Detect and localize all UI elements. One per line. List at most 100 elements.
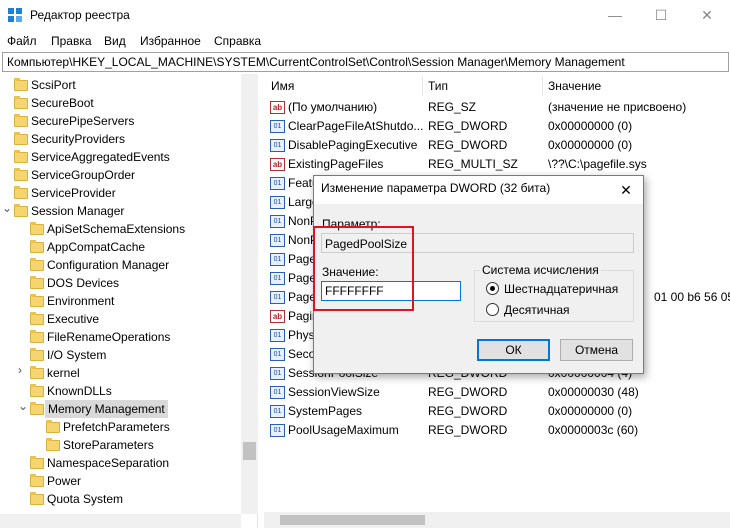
tree-item-label: SecureBoot <box>31 96 94 110</box>
ok-button[interactable]: ОК <box>477 339 550 361</box>
value-data: \??\C:\pagefile.sys <box>548 157 647 171</box>
folder-icon <box>14 114 28 127</box>
tree-item[interactable]: ServiceGroupOrder <box>0 166 241 184</box>
tree-item[interactable]: SecureBoot <box>0 94 241 112</box>
value-name[interactable]: Page <box>288 250 316 269</box>
value-name[interactable]: Seco <box>288 345 315 364</box>
binary-value-icon: 01 <box>270 386 285 399</box>
menu-view[interactable]: Вид <box>104 34 126 48</box>
tree-item[interactable]: ApiSetSchemaExtensions <box>0 220 241 238</box>
tree-item-label: Executive <box>47 312 100 326</box>
value-name[interactable]: Page <box>288 269 316 288</box>
tree-item[interactable]: › kernel <box>0 361 241 382</box>
tree-item[interactable]: Configuration Manager <box>0 256 241 274</box>
list-scroll-thumb[interactable] <box>280 515 425 525</box>
tree-item[interactable]: PrefetchParameters <box>0 418 241 436</box>
tree-expander-icon[interactable]: ⌄ <box>2 199 12 217</box>
value-type: REG_DWORD <box>428 385 508 399</box>
folder-icon <box>14 204 28 217</box>
folder-icon <box>30 384 44 397</box>
tree-expander-icon[interactable]: ⌄ <box>18 397 28 415</box>
folder-icon <box>30 258 44 271</box>
tree-item[interactable]: ScsiPort <box>0 76 241 94</box>
highlight-annotation <box>313 226 414 311</box>
tree-item-label: PrefetchParameters <box>63 420 170 434</box>
tree-item[interactable]: I/O System <box>0 346 241 364</box>
column-name-header[interactable]: Имя <box>271 79 294 93</box>
value-name[interactable]: (По умолчанию) <box>288 98 377 117</box>
value-data: 0x0000003c (60) <box>548 423 639 437</box>
column-value-header[interactable]: Значение <box>548 79 601 93</box>
maximize-button[interactable]: ☐ <box>638 0 684 31</box>
tree-item-label: Memory Management <box>45 400 168 418</box>
dialog-close-button[interactable]: ✕ <box>612 178 640 202</box>
tree-item-label: Configuration Manager <box>47 258 170 272</box>
value-name[interactable]: ClearPageFileAtShutdo... <box>288 117 423 136</box>
tree-scroll-thumb[interactable] <box>243 442 256 460</box>
dialog-title: Изменение параметра DWORD (32 бита) <box>321 181 551 195</box>
folder-icon <box>14 132 28 145</box>
tree-item[interactable]: ⌄ Memory Management <box>0 397 241 418</box>
value-type: REG_SZ <box>428 100 477 114</box>
tree-item[interactable]: StoreParameters <box>0 436 241 454</box>
binary-value-icon: 01 <box>270 405 285 418</box>
folder-icon <box>14 168 28 181</box>
value-name[interactable]: Phys <box>288 326 315 345</box>
menu-help[interactable]: Справка <box>214 34 261 48</box>
value-data: 0x00000000 (0) <box>548 404 633 418</box>
tree-item[interactable]: ServiceAggregatedEvents <box>0 148 241 166</box>
binary-value-icon: 01 <box>270 329 285 342</box>
number-base-label: Система исчисления <box>480 263 601 277</box>
tree-item[interactable]: SecurePipeServers <box>0 112 241 130</box>
tree-item-label: ScsiPort <box>31 78 76 92</box>
value-name[interactable]: Page <box>288 288 316 307</box>
tree-item[interactable]: Environment <box>0 292 241 310</box>
tree-item[interactable]: ⌄ Session Manager <box>0 199 241 220</box>
column-separator[interactable] <box>542 76 543 96</box>
tree-item[interactable]: DOS Devices <box>0 274 241 292</box>
tree-item[interactable]: Executive <box>0 310 241 328</box>
value-name[interactable]: ExistingPageFiles <box>288 155 383 174</box>
menu-edit[interactable]: Правка <box>51 34 92 48</box>
value-name[interactable]: PoolUsageMaximum <box>288 421 399 440</box>
folder-icon <box>30 492 44 505</box>
tree-item[interactable]: ServiceProvider <box>0 184 241 202</box>
tree-horizontal-scrollbar[interactable] <box>0 514 241 528</box>
tree-item-label: Power <box>47 474 82 488</box>
tree-expander-icon[interactable]: › <box>18 361 22 379</box>
hex-radio[interactable] <box>486 282 499 295</box>
binary-value-icon: 01 <box>270 424 285 437</box>
hex-radio-label[interactable]: Шестнадцатеричная <box>504 282 618 296</box>
column-type-header[interactable]: Тип <box>428 79 448 93</box>
close-button[interactable]: ✕ <box>684 0 730 31</box>
tree-item[interactable]: Power <box>0 472 241 490</box>
minimize-button[interactable]: — <box>592 0 638 31</box>
tree-item-label: DOS Devices <box>47 276 120 290</box>
binary-value-icon: 01 <box>270 215 285 228</box>
column-separator[interactable] <box>422 76 423 96</box>
tree-item[interactable]: FileRenameOperations <box>0 328 241 346</box>
tree-item-label: ServiceAggregatedEvents <box>31 150 170 164</box>
regedit-app-icon <box>8 8 22 22</box>
tree-item-label: Environment <box>47 294 115 308</box>
tree-item[interactable]: Quota System <box>0 490 241 508</box>
tree-item[interactable]: AppCompatCache <box>0 238 241 256</box>
value-name[interactable]: DisablePagingExecutive <box>288 136 417 155</box>
tree-item[interactable]: NamespaceSeparation <box>0 454 241 472</box>
binary-value-icon: 01 <box>270 367 285 380</box>
dec-radio-label[interactable]: Десятичная <box>504 303 570 317</box>
menu-file[interactable]: Файл <box>7 34 37 48</box>
address-bar[interactable]: Компьютер\HKEY_LOCAL_MACHINE\SYSTEM\Curr… <box>2 52 729 72</box>
value-name[interactable]: SessionViewSize <box>288 383 380 402</box>
list-header: Имя Тип Значение <box>264 76 730 96</box>
cancel-button[interactable]: Отмена <box>560 339 633 361</box>
tree-item[interactable]: SecurityProviders <box>0 130 241 148</box>
value-name[interactable]: SystemPages <box>288 402 362 421</box>
binary-value-icon: 01 <box>270 177 285 190</box>
dec-radio[interactable] <box>486 303 499 316</box>
tree-item[interactable]: KnownDLLs <box>0 382 241 400</box>
tree-item-label: AppCompatCache <box>47 240 146 254</box>
value-type: REG_DWORD <box>428 423 508 437</box>
menu-favorites[interactable]: Избранное <box>140 34 201 48</box>
folder-icon <box>14 150 28 163</box>
